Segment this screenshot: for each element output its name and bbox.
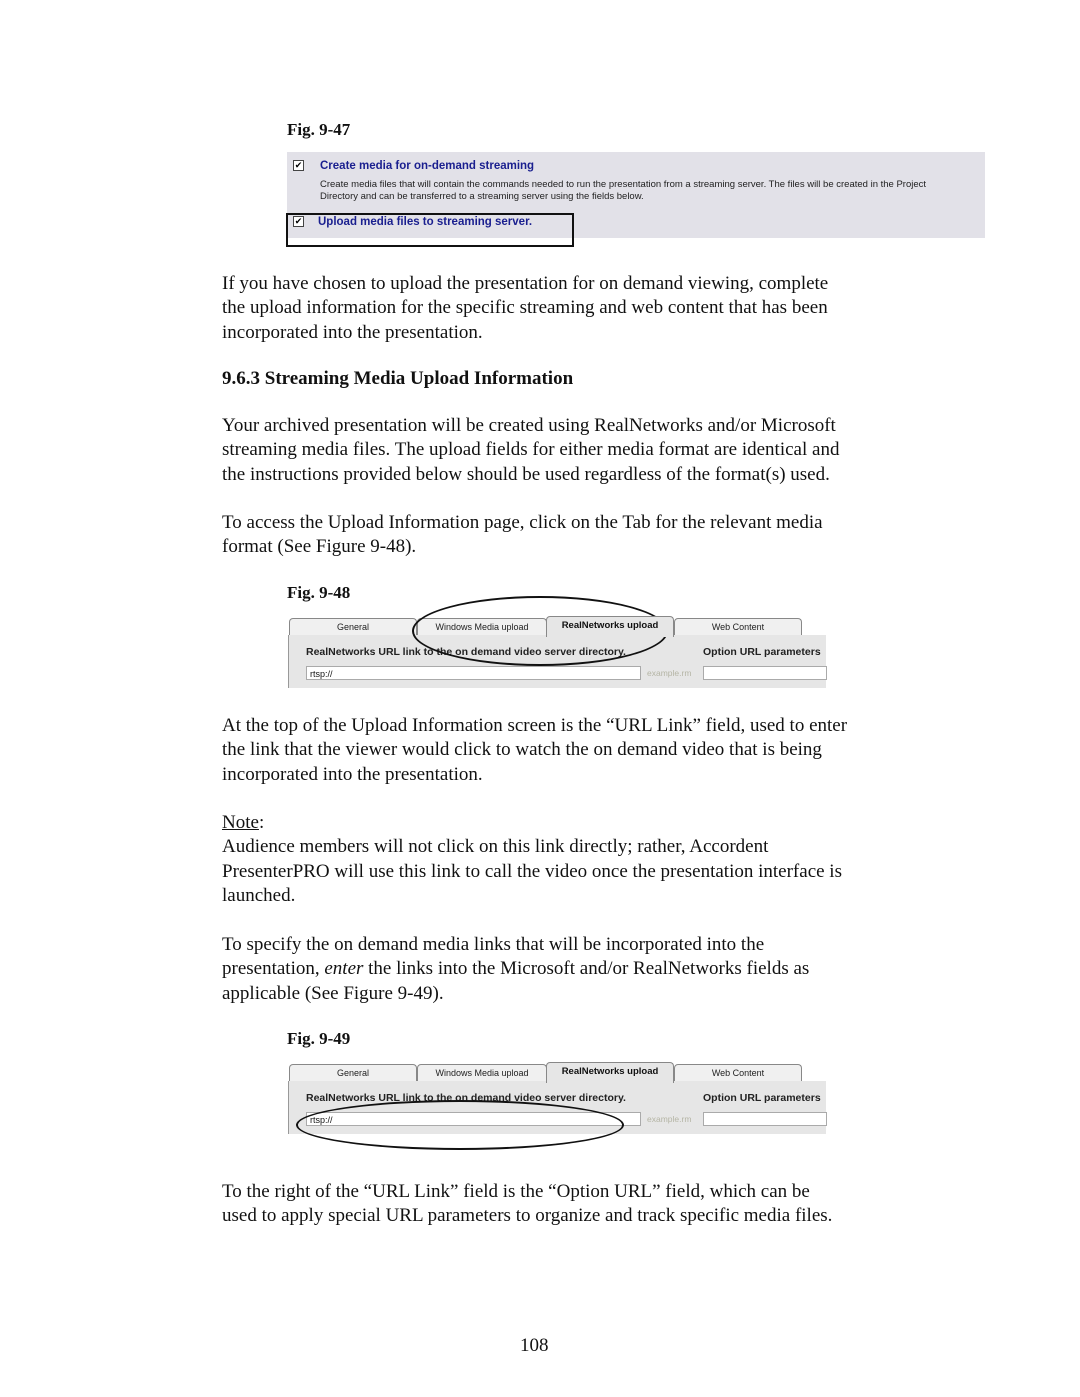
example-hint: example.rm xyxy=(647,668,692,678)
text-span: the links into the Microsoft and/or Real… xyxy=(363,958,810,980)
text-span: presentation, xyxy=(222,958,325,980)
create-media-desc-1: Create media files that will contain the… xyxy=(320,179,927,190)
figure-caption: Fig. 9-47 xyxy=(287,120,351,139)
create-media-label: Create media for on-demand streaming xyxy=(320,160,535,172)
text-line: incorporated into the presentation. xyxy=(222,763,483,785)
note-block: Note: Audience members will not click on… xyxy=(222,811,942,908)
text-line: Your archived presentation will be creat… xyxy=(222,415,836,436)
text-line: At the top of the Upload Information scr… xyxy=(222,715,848,736)
tab-general[interactable]: General xyxy=(289,618,417,636)
example-hint: example.rm xyxy=(647,1114,692,1124)
option-url-label: Option URL parameters xyxy=(703,646,821,658)
note-colon: : xyxy=(258,812,265,833)
text-line: the link that the viewer would click to … xyxy=(222,739,822,761)
text-line: To specify the on demand media links tha… xyxy=(222,934,765,955)
highlight-box xyxy=(286,213,574,247)
tab-web-content[interactable]: Web Content xyxy=(674,618,802,636)
paragraph-access: To access the Upload Information page, c… xyxy=(222,511,942,560)
text-line: streaming media files. The upload fields… xyxy=(222,439,840,461)
text-line: To access the Upload Information page, c… xyxy=(222,512,823,533)
highlight-ellipse xyxy=(296,1100,624,1150)
text-line: used to apply special URL parameters to … xyxy=(222,1205,833,1227)
page-number: 108 xyxy=(520,1335,549,1356)
text-line: the upload information for the specific … xyxy=(222,297,828,319)
figure-caption: Fig. 9-49 xyxy=(287,1029,351,1048)
note-label: Note xyxy=(222,812,259,833)
tab-realnetworks-upload[interactable]: RealNetworks upload xyxy=(546,1062,674,1083)
option-url-input[interactable] xyxy=(703,666,827,680)
text-line: PresenterPRO will use this link to call … xyxy=(222,860,842,882)
note-heading: Note: xyxy=(222,811,942,835)
section-heading: 9.6.3 Streaming Media Upload Information xyxy=(222,368,574,389)
create-media-desc-2: Directory and can be transferred to a st… xyxy=(320,191,644,202)
text-line: incorporated into the presentation. xyxy=(222,321,483,343)
figure-caption: Fig. 9-48 xyxy=(287,583,351,602)
emphasis-text: enter xyxy=(324,958,364,980)
tab-realnetworks-upload[interactable]: RealNetworks upload xyxy=(546,616,674,637)
text-line: presentation, enter the links into the M… xyxy=(222,957,942,981)
text-line: format (See Figure 9-48). xyxy=(222,536,417,558)
paragraph-url-link: At the top of the Upload Information scr… xyxy=(222,714,942,787)
tab-windows-media-upload[interactable]: Windows Media upload xyxy=(417,1064,547,1082)
text-line: If you have chosen to upload the present… xyxy=(222,273,829,294)
create-media-checkbox[interactable]: ✔ xyxy=(293,160,304,171)
paragraph-formats: Your archived presentation will be creat… xyxy=(222,414,942,487)
paragraph-specify: To specify the on demand media links tha… xyxy=(222,933,942,1006)
option-url-label: Option URL parameters xyxy=(703,1092,821,1104)
tab-web-content[interactable]: Web Content xyxy=(674,1064,802,1082)
text-line: Audience members will not click on this … xyxy=(222,836,769,858)
paragraph-option-url: To the right of the “URL Link” field is … xyxy=(222,1180,942,1229)
text-line: launched. xyxy=(222,884,296,906)
text-line: the instructions provided below should b… xyxy=(222,463,830,485)
tab-general[interactable]: General xyxy=(289,1064,417,1082)
paragraph-intro: If you have chosen to upload the present… xyxy=(222,272,942,345)
text-line: applicable (See Figure 9-49). xyxy=(222,982,444,1004)
option-url-input[interactable] xyxy=(703,1112,827,1126)
text-line: To the right of the “URL Link” field is … xyxy=(222,1181,810,1202)
url-link-input[interactable]: rtsp:// xyxy=(306,666,641,680)
